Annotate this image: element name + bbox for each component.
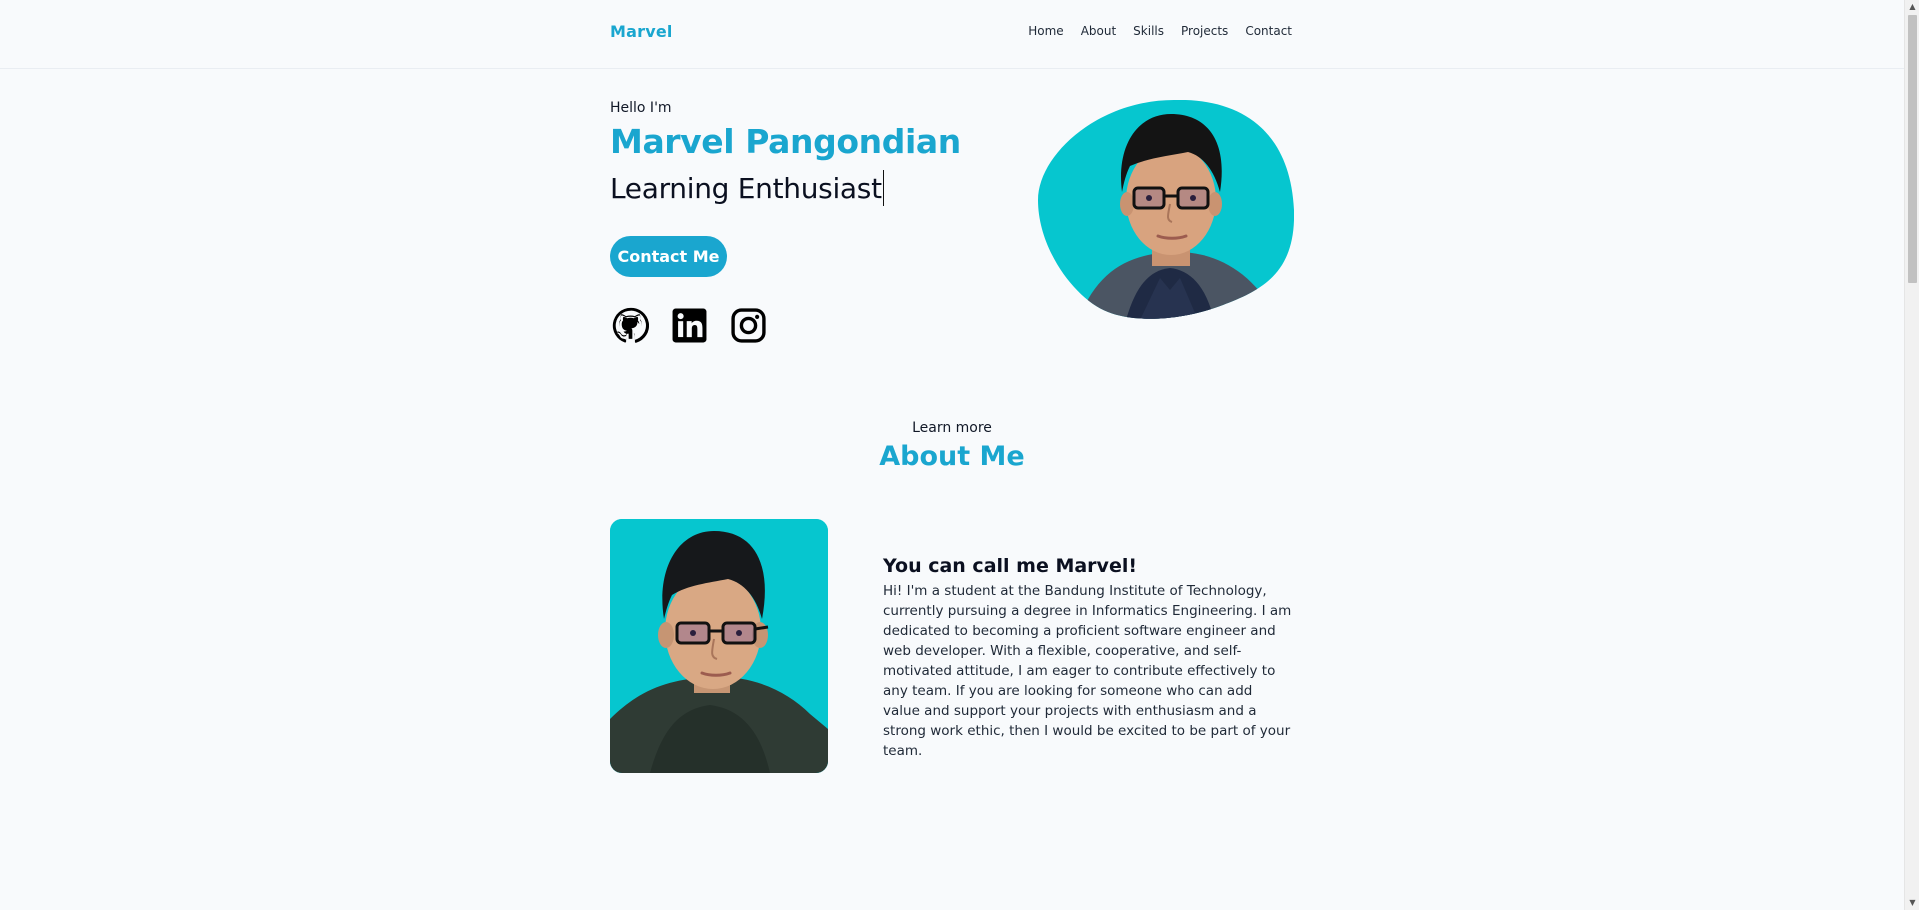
top-navbar: Marvel Home About Skills Projects Contac… bbox=[0, 0, 1904, 69]
nav-contact-link[interactable]: Contact bbox=[1245, 24, 1292, 38]
page-scrollbar[interactable]: ▲ ▼ bbox=[1904, 0, 1919, 910]
hero-role-typing: Learning Enthusiast bbox=[610, 170, 884, 206]
brand-logo[interactable]: Marvel bbox=[610, 22, 673, 41]
portfolio-page: Marvel Home About Skills Projects Contac… bbox=[0, 0, 1919, 910]
instagram-icon[interactable] bbox=[730, 307, 767, 344]
scroll-up-icon[interactable]: ▲ bbox=[1905, 0, 1919, 14]
nav-projects-link[interactable]: Projects bbox=[1181, 24, 1228, 38]
nav-home-link[interactable]: Home bbox=[1028, 24, 1063, 38]
main-nav: Home About Skills Projects Contact bbox=[1028, 24, 1292, 38]
about-description: Hi! I'm a student at the Bandung Institu… bbox=[883, 583, 1292, 759]
github-icon[interactable] bbox=[612, 307, 649, 344]
hero-profile-photo bbox=[1038, 100, 1294, 319]
about-kicker: Learn more bbox=[912, 420, 992, 436]
nav-about-link[interactable]: About bbox=[1081, 24, 1116, 38]
hero-name: Marvel Pangondian bbox=[610, 122, 961, 161]
scrollbar-thumb[interactable] bbox=[1908, 15, 1917, 283]
hero-greeting: Hello I'm bbox=[610, 100, 672, 116]
about-title: About Me bbox=[879, 441, 1025, 472]
about-profile-photo bbox=[610, 519, 828, 773]
hero-role-text: Learning Enthusiast bbox=[610, 172, 882, 205]
scroll-down-icon[interactable]: ▼ bbox=[1905, 896, 1919, 910]
typing-caret bbox=[882, 170, 884, 206]
linkedin-icon[interactable] bbox=[671, 307, 708, 344]
contact-me-button[interactable]: Contact Me bbox=[610, 236, 727, 277]
nav-skills-link[interactable]: Skills bbox=[1133, 24, 1164, 38]
about-heading: You can call me Marvel! bbox=[883, 555, 1138, 577]
social-links bbox=[612, 307, 767, 344]
